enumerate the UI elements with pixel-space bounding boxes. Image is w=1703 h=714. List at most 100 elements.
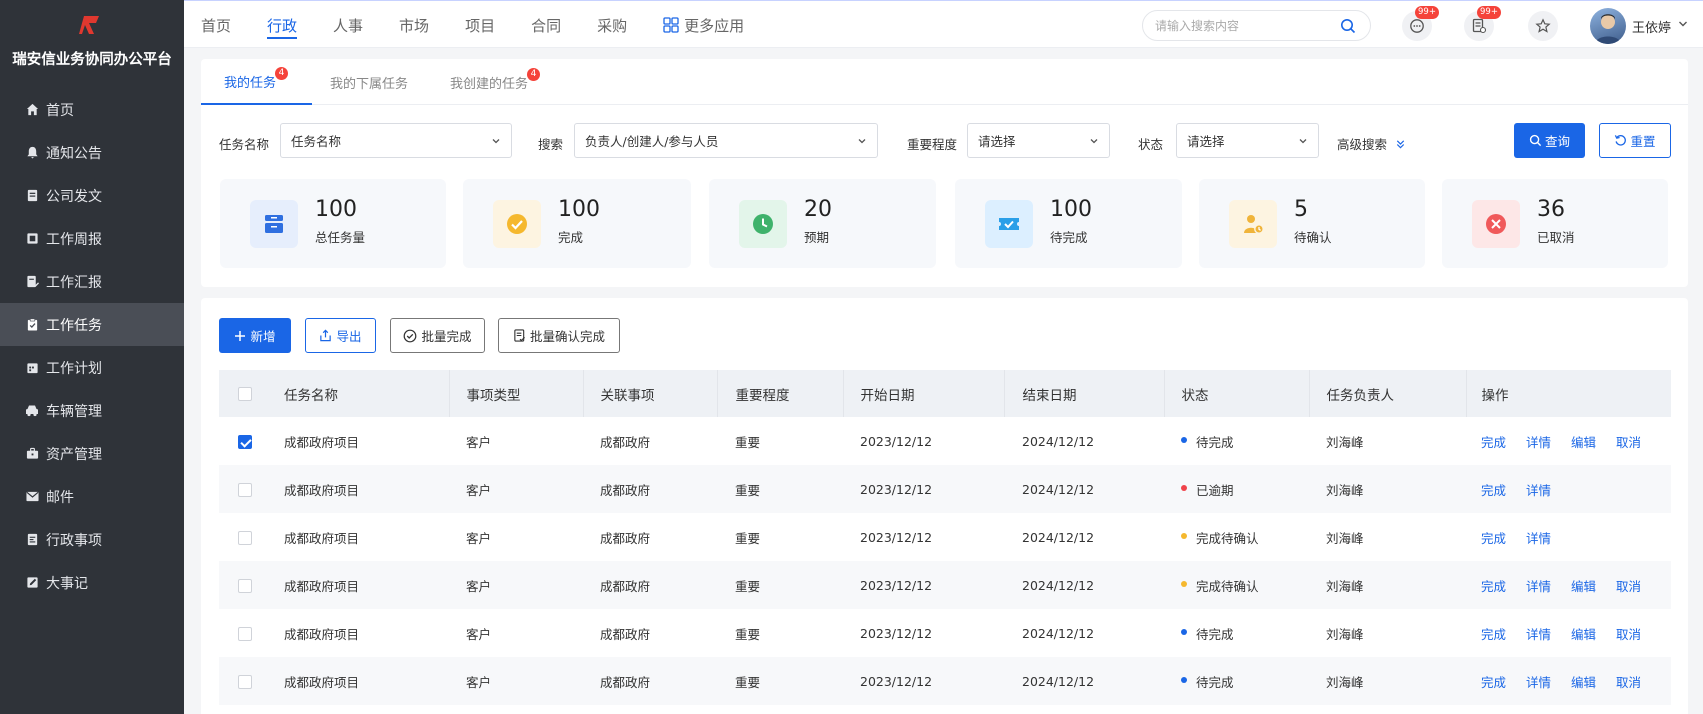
tab-subordinate-tasks[interactable]: 我的下属任务 bbox=[330, 59, 408, 105]
table-row[interactable]: 成都政府项目 客户 成都政府 重要 2023/12/12 2024/12/12 完成待确认刘… bbox=[219, 513, 1671, 561]
column-header-owner[interactable]: 任务负责人 bbox=[1309, 370, 1467, 417]
edit-link[interactable]: 编辑 bbox=[1571, 675, 1596, 690]
nav-more-apps[interactable]: 更多应用 bbox=[663, 1, 744, 49]
cell-owner: 刘海峰 bbox=[1326, 530, 1364, 546]
global-search bbox=[1142, 10, 1371, 41]
nav-admin[interactable]: 行政 bbox=[267, 1, 298, 49]
details-link[interactable]: 详情 bbox=[1526, 435, 1551, 450]
tasks-notification-button[interactable]: 99+ bbox=[1464, 6, 1501, 41]
row-checkbox[interactable] bbox=[238, 674, 252, 689]
cell-status: 待完成 bbox=[1164, 609, 1309, 657]
details-link[interactable]: 详情 bbox=[1526, 483, 1551, 498]
tab-created-tasks[interactable]: 我创建的任务 4 bbox=[450, 59, 541, 105]
task-name-select[interactable]: 任务名称 bbox=[280, 123, 512, 158]
favorites-button[interactable] bbox=[1528, 11, 1558, 41]
details-link[interactable]: 详情 bbox=[1526, 627, 1551, 642]
sidebar-item-admin-affairs[interactable]: 行政事项 bbox=[0, 518, 184, 561]
document-icon bbox=[25, 189, 39, 203]
sidebar-item-vehicles[interactable]: 车辆管理 bbox=[0, 389, 184, 432]
user-name[interactable]: 王依婷 bbox=[1632, 17, 1671, 36]
edit-link[interactable]: 编辑 bbox=[1571, 627, 1596, 642]
star-icon bbox=[1535, 18, 1551, 33]
row-checkbox[interactable] bbox=[238, 530, 252, 545]
complete-link[interactable]: 完成 bbox=[1481, 435, 1506, 450]
column-header-item-type[interactable]: 事项类型 bbox=[449, 370, 584, 417]
edit-link[interactable]: 编辑 bbox=[1571, 435, 1596, 450]
stat-icon-bg bbox=[1229, 200, 1277, 248]
export-button[interactable]: 导出 bbox=[305, 318, 376, 353]
details-link[interactable]: 详情 bbox=[1526, 531, 1551, 546]
row-checkbox[interactable] bbox=[238, 578, 252, 593]
sidebar-item-assets[interactable]: 资产管理 bbox=[0, 432, 184, 475]
task-list-panel: 新增 导出 批量完成 批量确认完成 任务名称 事项类型 关联事项 重要程度 开始… bbox=[201, 298, 1688, 714]
status-text: 已逾期 bbox=[1196, 482, 1234, 498]
edit-link[interactable]: 编辑 bbox=[1571, 579, 1596, 594]
table-row[interactable]: 成都政府项目 客户 成都政府 重要 2023/12/12 2024/12/12 待完成 刘海峰… bbox=[219, 417, 1671, 465]
advanced-search-toggle[interactable]: 高级搜索 bbox=[1337, 134, 1406, 153]
sidebar-item-mail[interactable]: 邮件 bbox=[0, 475, 184, 518]
table-row[interactable]: 成都政府项目 客户 成都政府 重要 2023/12/12 2024/12/12 待完成 刘海峰… bbox=[219, 657, 1671, 705]
row-checkbox[interactable] bbox=[238, 626, 252, 641]
nav-projects[interactable]: 项目 bbox=[465, 1, 495, 49]
complete-link[interactable]: 完成 bbox=[1481, 483, 1506, 498]
search-input[interactable] bbox=[1155, 17, 1335, 35]
sidebar-item-company-docs[interactable]: 公司发文 bbox=[0, 174, 184, 217]
batch-confirm-button[interactable]: 批量确认完成 bbox=[498, 318, 620, 353]
complete-link[interactable]: 完成 bbox=[1481, 627, 1506, 642]
column-header-start-date[interactable]: 开始日期 bbox=[843, 370, 1005, 417]
nav-procurement[interactable]: 采购 bbox=[597, 1, 627, 49]
table-row[interactable]: 成都政府项目 客户 成都政府 重要 2023/12/12 2024/12/12 完成待确认刘… bbox=[219, 561, 1671, 609]
batch-complete-button[interactable]: 批量完成 bbox=[390, 318, 485, 353]
messages-button[interactable]: 99+ bbox=[1402, 6, 1439, 41]
column-header-importance[interactable]: 重要程度 bbox=[717, 370, 844, 417]
status-select[interactable]: 请选择 bbox=[1176, 123, 1319, 158]
people-search-select[interactable]: 负责人/创建人/参与人员 bbox=[574, 123, 878, 158]
add-task-button[interactable]: 新增 bbox=[219, 318, 291, 353]
search-icon[interactable] bbox=[1340, 18, 1356, 34]
avatar[interactable] bbox=[1590, 8, 1626, 44]
cell-actions: 完成 详情 编辑 取消 bbox=[1466, 561, 1671, 609]
row-checkbox[interactable] bbox=[238, 482, 252, 497]
status-dot-icon bbox=[1181, 628, 1187, 635]
details-link[interactable]: 详情 bbox=[1526, 675, 1551, 690]
cancel-link[interactable]: 取消 bbox=[1616, 675, 1641, 690]
sidebar-item-home[interactable]: 首页 bbox=[0, 88, 184, 131]
cell-item-type: 客户 bbox=[466, 434, 492, 450]
query-button[interactable]: 查询 bbox=[1514, 123, 1585, 158]
row-checkbox[interactable] bbox=[238, 434, 252, 449]
cancel-link[interactable]: 取消 bbox=[1616, 579, 1641, 594]
column-header-task-name[interactable]: 任务名称 bbox=[270, 370, 450, 417]
sidebar-item-notices[interactable]: 通知公告 bbox=[0, 131, 184, 174]
sidebar-item-milestones[interactable]: 大事记 bbox=[0, 561, 184, 604]
cancel-link[interactable]: 取消 bbox=[1616, 627, 1641, 642]
nav-hr[interactable]: 人事 bbox=[333, 1, 363, 49]
sidebar-item-label: 大事记 bbox=[46, 575, 88, 592]
nav-market[interactable]: 市场 bbox=[399, 1, 429, 49]
cancel-link[interactable]: 取消 bbox=[1616, 435, 1641, 450]
column-header-related-item[interactable]: 关联事项 bbox=[583, 370, 718, 417]
column-header-status[interactable]: 状态 bbox=[1164, 370, 1310, 417]
select-all-checkbox[interactable] bbox=[238, 386, 252, 401]
sidebar-item-work-tasks[interactable]: 工作任务 bbox=[0, 303, 184, 346]
complete-link[interactable]: 完成 bbox=[1481, 675, 1506, 690]
status-dot-icon bbox=[1181, 532, 1187, 539]
sidebar-item-work-plan[interactable]: 工作计划 bbox=[0, 346, 184, 389]
chevron-down-icon[interactable] bbox=[1677, 18, 1689, 30]
complete-link[interactable]: 完成 bbox=[1481, 579, 1506, 594]
details-link[interactable]: 详情 bbox=[1526, 579, 1551, 594]
tab-label: 我的下属任务 bbox=[330, 76, 409, 92]
home-icon bbox=[25, 103, 39, 117]
table-row[interactable]: 成都政府项目 客户 成都政府 重要 2023/12/12 2024/12/12 已逾期 刘海峰… bbox=[219, 465, 1671, 513]
stat-icon-bg bbox=[985, 200, 1033, 248]
nav-contracts[interactable]: 合同 bbox=[531, 1, 561, 49]
table-row[interactable]: 成都政府项目 客户 成都政府 重要 2023/12/12 2024/12/12 待完成 刘海峰… bbox=[219, 609, 1671, 657]
sidebar-item-work-report[interactable]: 工作汇报 bbox=[0, 260, 184, 303]
nav-home[interactable]: 首页 bbox=[201, 1, 231, 49]
complete-link[interactable]: 完成 bbox=[1481, 531, 1506, 546]
sidebar-item-weekly-report[interactable]: 工作周报 bbox=[0, 217, 184, 260]
column-header-end-date[interactable]: 结束日期 bbox=[1004, 370, 1165, 417]
tab-my-tasks[interactable]: 我的任务 4 bbox=[201, 59, 313, 105]
importance-select[interactable]: 请选择 bbox=[967, 123, 1110, 158]
chevron-down-icon bbox=[858, 139, 866, 144]
reset-button[interactable]: 重置 bbox=[1599, 123, 1671, 158]
